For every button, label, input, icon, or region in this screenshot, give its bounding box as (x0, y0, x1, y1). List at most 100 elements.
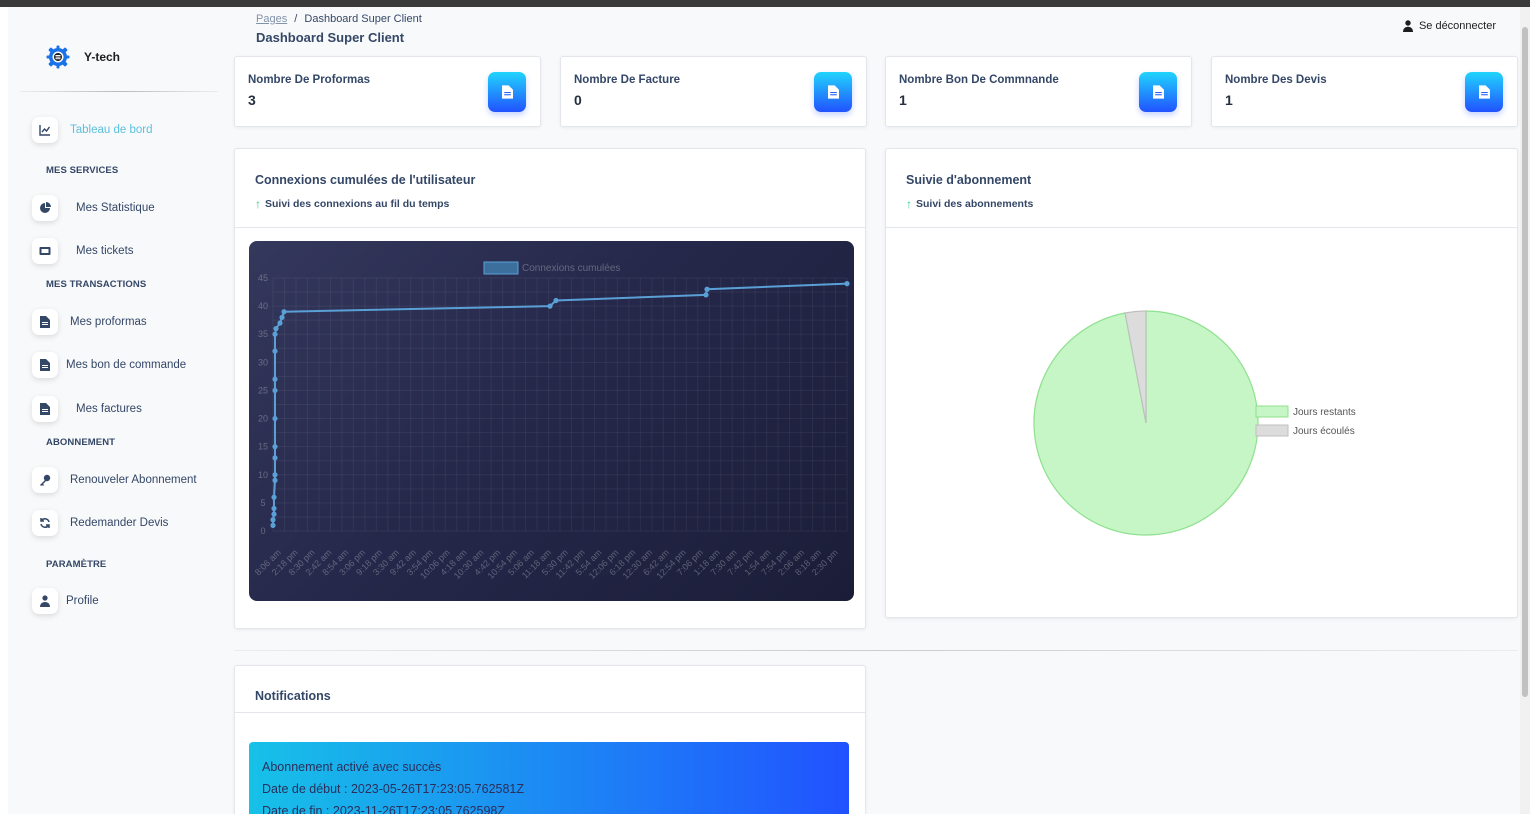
sidebar-item-label: Mes Statistique (76, 202, 155, 214)
data-point (547, 303, 553, 309)
brand-name: Y-tech (84, 50, 121, 64)
sidebar-item-redemander-devis[interactable]: Redemander Devis (32, 508, 168, 538)
document-icon (32, 396, 58, 422)
data-point (270, 522, 276, 528)
stat-value: 3 (248, 92, 256, 108)
sidebar-item-profile[interactable]: Profile (32, 586, 99, 616)
panel-subtitle-text: Suivi des abonnements (916, 198, 1034, 210)
notification-item[interactable]: Abonnement activé avec succès Date de dé… (249, 742, 849, 814)
panel-title: Notifications (255, 689, 331, 703)
sidebar-item-tableau-de-bord[interactable]: Tableau de bord (32, 115, 152, 145)
document-icon (32, 309, 58, 335)
data-point (272, 444, 278, 450)
notification-start-date: Date de début : 2023-05-26T17:23:05.7625… (262, 782, 525, 796)
arrow-up-icon: ↑ (255, 197, 261, 211)
sidebar-item-label: Tableau de bord (70, 124, 153, 136)
data-point (272, 348, 278, 354)
legend-swatch (1255, 424, 1289, 437)
sidebar-item-mes-proformas[interactable]: Mes proformas (32, 307, 147, 337)
stat-label: Nombre De Facture (574, 74, 681, 86)
stat-card-devis: Nombre Des Devis 1 (1211, 56, 1518, 127)
legend-label: Connexions cumulées (522, 263, 620, 274)
breadcrumb: Pages / Dashboard Super Client (256, 13, 422, 25)
panel-subtitle-text: Suivi des connexions au fil du temps (265, 198, 450, 210)
scrollbar[interactable] (1520, 7, 1530, 814)
data-point (277, 320, 283, 326)
breadcrumb-link-pages[interactable]: Pages (256, 13, 287, 25)
y-tick-label: 45 (258, 273, 268, 283)
breadcrumb-current: Dashboard Super Client (304, 13, 422, 25)
y-tick-label: 15 (258, 442, 268, 452)
brand[interactable]: Y-tech (46, 45, 120, 69)
sidebar-item-mes-statistique[interactable]: Mes Statistique (32, 193, 155, 223)
legend-swatch (483, 261, 519, 275)
subscription-panel: Suivie d'abonnement ↑ Suivi des abonneme… (885, 148, 1518, 618)
data-point (272, 455, 278, 461)
connections-chart[interactable]: 0 5 10 15 20 25 30 35 40 45 8:06 am 2:18 pm 8:30 pm 2… (249, 241, 854, 601)
data-point (272, 387, 278, 394)
stat-value: 0 (574, 92, 582, 108)
data-point (704, 286, 710, 292)
data-point (271, 511, 277, 517)
sidebar-item-mes-factures[interactable]: Mes factures (32, 394, 142, 424)
y-tick-label: 30 (258, 357, 268, 367)
logout-button[interactable]: Se déconnecter (1402, 20, 1496, 32)
section-parametre: PARAMÈTRE (46, 559, 107, 570)
notification-title: Abonnement activé avec succès (262, 760, 442, 774)
data-point (844, 281, 850, 287)
pie-chart-icon (32, 195, 58, 221)
data-point (281, 309, 287, 315)
stat-value: 1 (1225, 92, 1233, 108)
y-tick-label: 10 (258, 470, 268, 480)
data-point (272, 331, 278, 337)
document-icon (488, 72, 526, 112)
legend-label: Jours restants (1293, 407, 1356, 418)
sidebar-item-label: Renouveler Abonnement (70, 474, 197, 486)
y-tick-label: 25 (258, 385, 268, 395)
data-point (703, 292, 709, 298)
stat-card-facture: Nombre De Facture 0 (560, 56, 867, 127)
notification-end-date: Date de fin : 2023-11-26T17:23:05.762598… (262, 804, 505, 814)
sidebar-item-label: Mes bon de commande (66, 359, 187, 371)
panel-divider (235, 227, 865, 228)
notifications-panel: Notifications Abonnement activé avec suc… (234, 665, 866, 814)
data-point (272, 415, 278, 422)
user-icon (32, 588, 58, 614)
document-icon (814, 72, 852, 112)
panel-title: Connexions cumulées de l'utilisateur (255, 173, 476, 187)
pie-chart-svg[interactable]: Jours restants Jours écoulés (886, 228, 1519, 618)
sidebar-item-label: Mes tickets (76, 245, 134, 257)
sidebar-item-mes-bon-de-commande[interactable]: Mes bon de commande (32, 350, 186, 380)
panel-subtitle: ↑ Suivi des connexions au fil du temps (255, 197, 449, 211)
panel-title: Suivie d'abonnement (906, 173, 1032, 187)
y-tick-label: 5 (260, 498, 265, 508)
page-title: Dashboard Super Client (256, 30, 405, 45)
stat-label: Nombre Bon De Commnande (899, 74, 1059, 86)
sidebar-item-label: Redemander Devis (70, 517, 169, 529)
stat-card-proformas: Nombre De Proformas 3 (234, 56, 541, 127)
y-tick-label: 40 (258, 301, 268, 311)
sidebar-item-mes-tickets[interactable]: Mes tickets (32, 236, 134, 266)
sidebar-item-renouveler-abonnement[interactable]: Renouveler Abonnement (32, 465, 197, 495)
chart-legend: Connexions cumulées (483, 261, 620, 275)
scrollbar-thumb[interactable] (1522, 27, 1528, 697)
data-point (270, 517, 276, 523)
sidebar-item-label: Profile (66, 595, 99, 607)
data-point (272, 472, 278, 478)
data-point (272, 477, 278, 483)
y-tick-label: 35 (258, 329, 268, 339)
window-top-border (0, 0, 1530, 7)
panel-divider (235, 712, 865, 713)
key-icon (32, 467, 58, 493)
section-divider (234, 650, 1518, 651)
stat-label: Nombre De Proformas (248, 74, 371, 86)
arrow-up-icon: ↑ (906, 197, 912, 211)
y-tick-label: 20 (258, 414, 268, 424)
sidebar-item-label: Mes proformas (70, 316, 147, 328)
logo-gear-icon (46, 45, 70, 69)
data-point (279, 314, 285, 320)
data-point (553, 297, 559, 304)
user-icon (1402, 20, 1413, 32)
line-chart-svg: 0510152025303540458:06 am2:18 pm8:30 pm2… (253, 261, 850, 581)
sidebar: Y-tech Tableau de bord MES SERVICES Mes … (8, 7, 228, 814)
